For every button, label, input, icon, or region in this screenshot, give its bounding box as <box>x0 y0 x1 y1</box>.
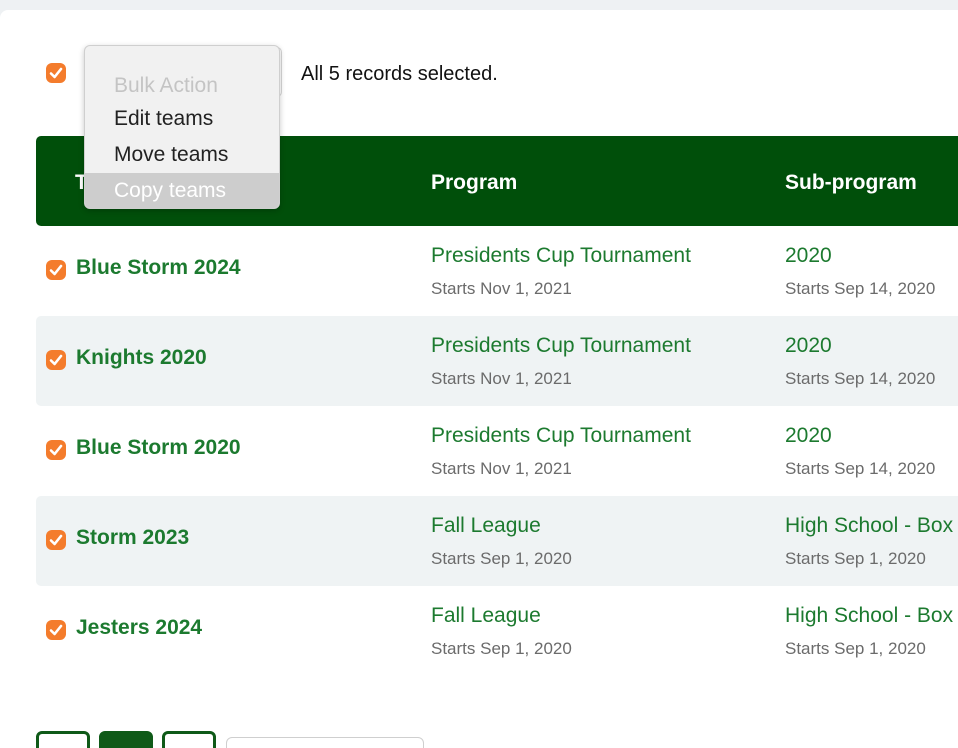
teams-panel: All 5 records selected. T Program Sub-pr… <box>0 10 958 748</box>
checkmark-icon <box>49 264 63 276</box>
row-checkbox[interactable] <box>46 440 66 460</box>
checkmark-icon <box>49 444 63 456</box>
subprogram-link[interactable]: High School - Box <box>785 604 953 628</box>
program-link[interactable]: Presidents Cup Tournament <box>431 424 691 448</box>
team-name-link[interactable]: Blue Storm 2024 <box>76 256 241 280</box>
dropdown-option-bulk-action: Bulk Action <box>114 74 218 97</box>
subprogram-link[interactable]: 2020 <box>785 244 832 268</box>
team-name-link[interactable]: Storm 2023 <box>76 526 189 550</box>
program-start-date: Starts Sep 1, 2020 <box>431 549 572 568</box>
checkmark-icon <box>49 67 63 79</box>
table-row: Jesters 2024 Fall League Starts Sep 1, 2… <box>36 586 958 676</box>
subprogram-link[interactable]: 2020 <box>785 424 832 448</box>
program-start-date: Starts Nov 1, 2021 <box>431 459 572 478</box>
row-checkbox[interactable] <box>46 620 66 640</box>
program-start-date: Starts Nov 1, 2021 <box>431 369 572 388</box>
subprogram-start-date: Starts Sep 1, 2020 <box>785 549 926 568</box>
program-link[interactable]: Fall League <box>431 604 541 628</box>
table-row: Storm 2023 Fall League Starts Sep 1, 202… <box>36 496 958 586</box>
dropdown-option-move-teams[interactable]: Move teams <box>85 137 279 173</box>
selection-status: All 5 records selected. <box>301 63 498 85</box>
table-row: Blue Storm 2020 Presidents Cup Tournamen… <box>36 406 958 496</box>
subprogram-start-date: Starts Sep 14, 2020 <box>785 369 936 388</box>
subprogram-link[interactable]: High School - Box <box>785 514 953 538</box>
table-row: Blue Storm 2024 Presidents Cup Tournamen… <box>36 226 958 316</box>
table-row: Knights 2020 Presidents Cup Tournament S… <box>36 316 958 406</box>
pager-current-page-button[interactable] <box>99 731 153 748</box>
select-all-checkbox[interactable] <box>46 63 66 83</box>
subprogram-start-date: Starts Sep 14, 2020 <box>785 279 936 298</box>
checkmark-icon <box>49 624 63 636</box>
checkmark-icon <box>49 354 63 366</box>
per-page-select[interactable]: ▲ <box>226 737 424 748</box>
column-header-program[interactable]: Program <box>431 136 517 226</box>
team-name-link[interactable]: Jesters 2024 <box>76 616 202 640</box>
program-link[interactable]: Presidents Cup Tournament <box>431 244 691 268</box>
row-checkbox[interactable] <box>46 350 66 370</box>
program-link[interactable]: Fall League <box>431 514 541 538</box>
dropdown-option-copy-teams[interactable]: Copy teams <box>85 173 279 208</box>
team-name-link[interactable]: Knights 2020 <box>76 346 207 370</box>
pager-prev-button[interactable]: ‹ <box>36 731 90 748</box>
subprogram-link[interactable]: 2020 <box>785 334 832 358</box>
row-checkbox[interactable] <box>46 530 66 550</box>
row-checkbox[interactable] <box>46 260 66 280</box>
program-link[interactable]: Presidents Cup Tournament <box>431 334 691 358</box>
pager-next-button[interactable]: › <box>162 731 216 748</box>
column-header-subprogram[interactable]: Sub-program <box>785 136 917 226</box>
subprogram-start-date: Starts Sep 14, 2020 <box>785 459 936 478</box>
program-start-date: Starts Nov 1, 2021 <box>431 279 572 298</box>
dropdown-option-edit-teams[interactable]: Edit teams <box>85 101 279 137</box>
team-name-link[interactable]: Blue Storm 2020 <box>76 436 241 460</box>
program-start-date: Starts Sep 1, 2020 <box>431 639 572 658</box>
subprogram-start-date: Starts Sep 1, 2020 <box>785 639 926 658</box>
checkmark-icon <box>49 534 63 546</box>
bulk-action-dropdown: Bulk Action Edit teams Move teams Copy t… <box>84 45 280 209</box>
